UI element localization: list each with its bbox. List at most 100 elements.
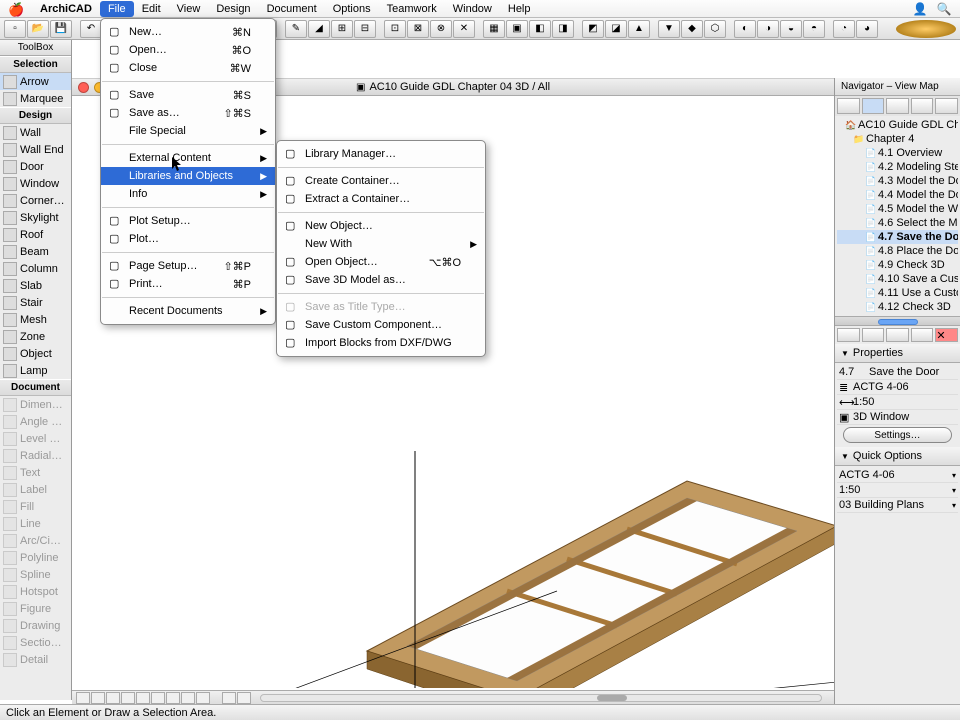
nav-tab-2[interactable]	[862, 98, 885, 114]
tool-t[interactable]: ◆	[681, 20, 703, 38]
tool-r[interactable]: ▲	[628, 20, 650, 38]
file-menu-filespecial[interactable]: File Special▶	[101, 122, 275, 140]
tool-p[interactable]: ◩	[582, 20, 604, 38]
tool-q[interactable]: ◪	[605, 20, 627, 38]
tool-w[interactable]: ◑	[757, 20, 779, 38]
tool-fill[interactable]: Fill	[0, 498, 71, 515]
tool-figure[interactable]: Figure	[0, 600, 71, 617]
menu-options[interactable]: Options	[325, 1, 379, 17]
tool-wallend[interactable]: Wall End	[0, 141, 71, 158]
file-menu-librariesandobjects[interactable]: Libraries and Objects▶	[101, 167, 275, 185]
settings-button[interactable]: Settings…	[843, 427, 952, 443]
vb-1[interactable]	[76, 692, 90, 704]
vb-3[interactable]	[106, 692, 120, 704]
tool-line[interactable]: Line	[0, 515, 71, 532]
tool-level[interactable]: Level …	[0, 430, 71, 447]
tool-arrow[interactable]: Arrow	[0, 73, 71, 90]
tool-o[interactable]: ◨	[552, 20, 574, 38]
tool-hotspot[interactable]: Hotspot	[0, 583, 71, 600]
nav-tab-3[interactable]	[886, 98, 909, 114]
window-close[interactable]	[78, 82, 89, 93]
tool-z2[interactable]: ◕	[856, 20, 878, 38]
tool-beam[interactable]: Beam	[0, 243, 71, 260]
tool-skylight[interactable]: Skylight	[0, 209, 71, 226]
apple-icon[interactable]: 🍎	[8, 2, 22, 16]
nav-act-3[interactable]	[886, 328, 909, 342]
app-name[interactable]: ArchiCAD	[32, 1, 100, 17]
tree-item-11[interactable]: 📄4.12 Check 3D	[837, 300, 958, 314]
tool-roof[interactable]: Roof	[0, 226, 71, 243]
tool-d[interactable]: ✎	[285, 20, 307, 38]
tool-corner[interactable]: Corner…	[0, 192, 71, 209]
tool-undo[interactable]: ↶	[80, 20, 102, 38]
file-menu-recentdocuments[interactable]: Recent Documents▶	[101, 302, 275, 320]
tool-detail[interactable]: Detail	[0, 651, 71, 668]
tool-drawing[interactable]: Drawing	[0, 617, 71, 634]
tree-item-10[interactable]: 📄4.11 Use a Custom D	[837, 286, 958, 300]
submenu-savedmodelas[interactable]: ▢Save 3D Model as…	[277, 271, 485, 289]
tree-item-7[interactable]: 📄4.8 Place the Door	[837, 244, 958, 258]
tree-item-8[interactable]: 📄4.9 Check 3D	[837, 258, 958, 272]
vb-2[interactable]	[91, 692, 105, 704]
tool-open[interactable]: 📂	[27, 20, 49, 38]
tool-f[interactable]: ⊞	[331, 20, 353, 38]
nav-tab-5[interactable]	[935, 98, 958, 114]
vb-10[interactable]	[222, 692, 236, 704]
submenu-librarymanager[interactable]: ▢Library Manager…	[277, 145, 485, 163]
menu-teamwork[interactable]: Teamwork	[379, 1, 445, 17]
menu-window[interactable]: Window	[445, 1, 500, 17]
tool-new[interactable]: ▫	[4, 20, 26, 38]
tool-marquee[interactable]: Marquee	[0, 90, 71, 107]
menu-design[interactable]: Design	[208, 1, 258, 17]
nav-act-delete[interactable]: ✕	[935, 328, 958, 342]
tool-radial[interactable]: Radial…	[0, 447, 71, 464]
tool-door[interactable]: Door	[0, 158, 71, 175]
menu-help[interactable]: Help	[500, 1, 539, 17]
file-menu-print[interactable]: ▢Print…⌘P	[101, 275, 275, 293]
tool-y[interactable]: ◓	[803, 20, 825, 38]
file-menu-plotsetup[interactable]: ▢Plot Setup…	[101, 212, 275, 230]
nav-tab-1[interactable]	[837, 98, 860, 114]
file-menu-info[interactable]: Info▶	[101, 185, 275, 203]
vb-6[interactable]	[151, 692, 165, 704]
tree-root[interactable]: 🏠AC10 Guide GDL Chapter 04	[837, 118, 958, 132]
tool-lamp[interactable]: Lamp	[0, 362, 71, 379]
tool-angle[interactable]: Angle …	[0, 413, 71, 430]
tool-arcci[interactable]: Arc/Ci…	[0, 532, 71, 549]
vb-11[interactable]	[237, 692, 251, 704]
quick-opt-3[interactable]: 03 Building Plans▾	[837, 498, 958, 513]
file-menu-save[interactable]: ▢Save⌘S	[101, 86, 275, 104]
submenu-newwith[interactable]: New With▶	[277, 235, 485, 253]
tree-item-9[interactable]: 📄4.10 Save a Custom D	[837, 272, 958, 286]
tool-e[interactable]: ◢	[308, 20, 330, 38]
menu-file[interactable]: File	[100, 1, 134, 17]
tree-item-5[interactable]: 📄4.6 Select the Model	[837, 216, 958, 230]
tree-chapter[interactable]: 📁Chapter 4	[837, 132, 958, 146]
file-menu-pagesetup[interactable]: ▢Page Setup…⇧⌘P	[101, 257, 275, 275]
tool-s[interactable]: ▼	[658, 20, 680, 38]
tool-object[interactable]: Object	[0, 345, 71, 362]
tool-v[interactable]: ◐	[734, 20, 756, 38]
submenu-savecustomcomponent[interactable]: ▢Save Custom Component…	[277, 316, 485, 334]
nav-act-4[interactable]	[911, 328, 934, 342]
vb-5[interactable]	[136, 692, 150, 704]
tool-j[interactable]: ⊗	[430, 20, 452, 38]
tool-mesh[interactable]: Mesh	[0, 311, 71, 328]
tool-dimen[interactable]: Dimen…	[0, 396, 71, 413]
submenu-extractacontainer[interactable]: ▢Extract a Container…	[277, 190, 485, 208]
tool-spline[interactable]: Spline	[0, 566, 71, 583]
tool-column[interactable]: Column	[0, 260, 71, 277]
tree-item-1[interactable]: 📄4.2 Modeling Steps	[837, 160, 958, 174]
tool-stair[interactable]: Stair	[0, 294, 71, 311]
submenu-importblocksfromdxfdwg[interactable]: ▢Import Blocks from DXF/DWG	[277, 334, 485, 352]
tree-item-2[interactable]: 📄4.3 Model the Door F	[837, 174, 958, 188]
tool-label[interactable]: Label	[0, 481, 71, 498]
vb-8[interactable]	[181, 692, 195, 704]
file-menu-plot[interactable]: ▢Plot…	[101, 230, 275, 248]
tool-m[interactable]: ▣	[506, 20, 528, 38]
tool-z[interactable]: ◔	[833, 20, 855, 38]
tool-wall[interactable]: Wall	[0, 124, 71, 141]
tool-x[interactable]: ◒	[780, 20, 802, 38]
tree-item-6[interactable]: 📄4.7 Save the Door	[837, 230, 958, 244]
tool-l[interactable]: ▦	[483, 20, 505, 38]
